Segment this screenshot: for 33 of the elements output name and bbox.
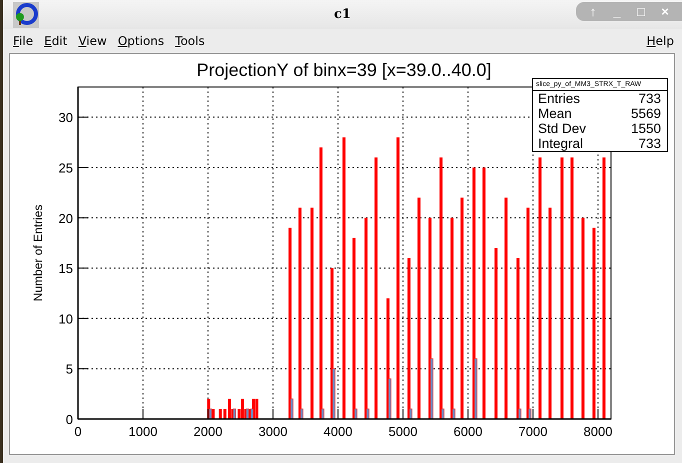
tick-label: 30: [58, 110, 73, 126]
stats-value: 1550: [630, 121, 661, 136]
tick-label: 3000: [258, 424, 288, 439]
tick-label: 20: [58, 210, 73, 226]
tick-label: 15: [58, 261, 73, 276]
tick-label: 1000: [128, 424, 158, 439]
menu-item[interactable]: Edit: [44, 34, 68, 48]
tick-label: 5000: [388, 424, 418, 439]
menu-item[interactable]: View: [78, 34, 107, 48]
stats-label: Integral: [538, 136, 584, 151]
menu-item[interactable]: File: [13, 34, 34, 48]
tick-label: 7000: [518, 424, 548, 439]
tick-label: 6000: [454, 424, 482, 439]
tick-label: 0: [74, 424, 82, 439]
stats-label: Entries: [538, 91, 580, 106]
tick-label: 10: [58, 311, 73, 326]
stats-value: 5569: [630, 106, 661, 121]
menu-item[interactable]: Tools: [175, 34, 205, 48]
tick-label: 0: [66, 412, 73, 427]
window-title: c1: [333, 7, 352, 22]
tick-label: 4000: [324, 424, 352, 439]
tick-label: 2000: [194, 424, 222, 439]
axis-title: Number of Entries: [31, 204, 45, 302]
tick-label: 8000: [584, 424, 612, 439]
chart-title: ProjectionY of binx=39 [x=39.0..40.0]: [196, 60, 492, 80]
stats-label: Mean: [538, 106, 572, 121]
menu-item[interactable]: Options: [118, 34, 164, 48]
stats-value: 733: [638, 136, 661, 151]
tick-label: 5: [66, 362, 73, 377]
tick-label: 25: [58, 160, 73, 176]
stats-value: 733: [638, 91, 661, 106]
menu-item[interactable]: Help: [646, 34, 674, 48]
stats-label: Std Dev: [538, 121, 586, 136]
